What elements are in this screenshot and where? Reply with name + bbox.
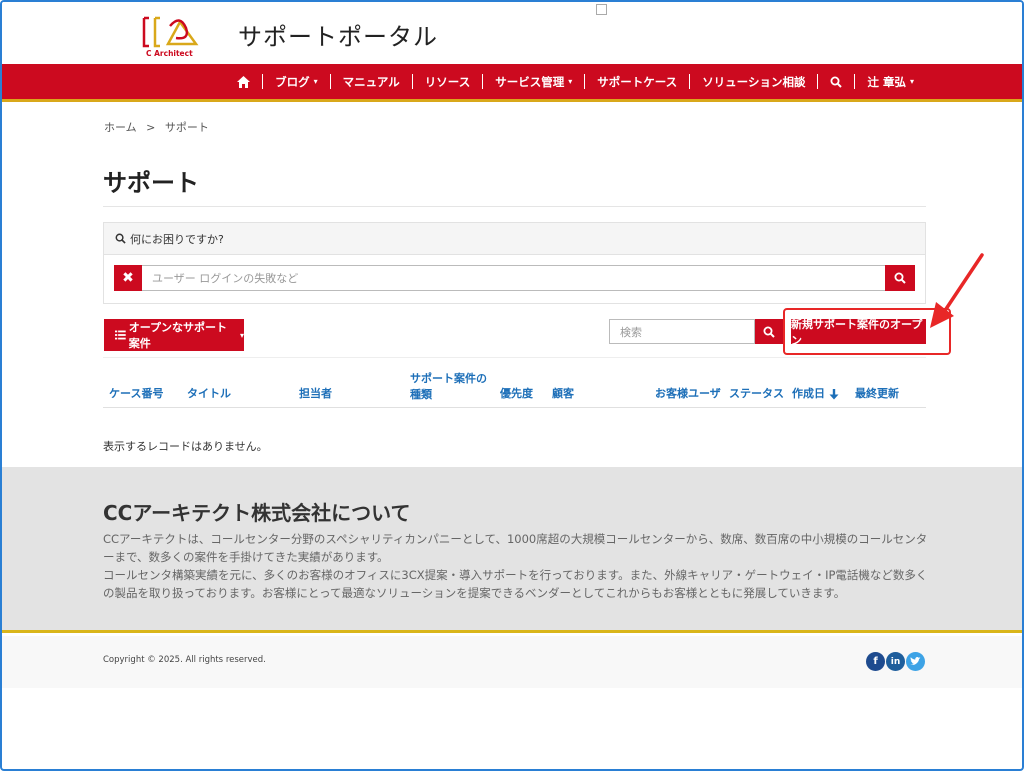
- about-paragraph-1: CCアーキテクトは、コールセンター分野のスペシャリティカンパニーとして、1000…: [103, 532, 928, 564]
- column-header-status[interactable]: ステータス: [729, 386, 784, 402]
- nav-search[interactable]: [818, 76, 854, 88]
- case-search-placeholder: 検索: [620, 325, 642, 339]
- column-header-priority[interactable]: 優先度: [500, 386, 533, 402]
- case-filter-dropdown[interactable]: オープンなサポート案件 ▾: [104, 319, 244, 351]
- nav-resources[interactable]: リソース: [413, 74, 482, 90]
- main-navbar: ブログ ▾ マニュアル リソース サービス管理 ▾ サポートケース ソリューション相…: [2, 64, 1022, 102]
- empty-table-message: 表示するレコードはありません。: [103, 440, 268, 453]
- search-panel-heading: 何にお困りですか?: [104, 223, 925, 255]
- nav-blog[interactable]: ブログ ▾: [263, 74, 330, 90]
- column-header-customer[interactable]: 顧客: [552, 386, 574, 402]
- broken-image-icon: [596, 4, 607, 15]
- page-title: サポート: [103, 169, 199, 197]
- facebook-icon[interactable]: f: [866, 652, 885, 671]
- search-icon: [894, 272, 906, 284]
- breadcrumb-home[interactable]: ホーム: [104, 121, 137, 134]
- nav-label: ソリューション相談: [702, 74, 806, 89]
- toolbar-divider: [103, 357, 926, 358]
- nav-label: サービス管理: [495, 74, 565, 89]
- table-header-divider: [103, 407, 926, 408]
- search-icon: [763, 326, 775, 338]
- filter-label: オープンなサポート案件: [128, 321, 228, 350]
- breadcrumb-separator: >: [146, 121, 156, 134]
- logo-text: C Architect: [146, 49, 193, 58]
- site-header: C Architect サポートポータル: [2, 2, 1022, 64]
- column-header-case-type[interactable]: サポート案件の種類: [410, 371, 494, 403]
- annotation-arrow: [930, 253, 984, 328]
- nav-label: ブログ: [275, 74, 310, 89]
- nav-manual[interactable]: マニュアル: [331, 74, 412, 90]
- search-submit-button[interactable]: [885, 265, 915, 291]
- breadcrumb-current: サポート: [164, 121, 209, 134]
- nav-items: ブログ ▾ マニュアル リソース サービス管理 ▾ サポートケース ソリューション相…: [225, 64, 926, 99]
- case-search-input[interactable]: 検索: [609, 319, 755, 344]
- column-header-customer-user[interactable]: お客様ユーザ: [655, 386, 721, 402]
- search-row: ✖ ユーザー ログインの失敗など: [114, 265, 915, 291]
- nav-label: リソース: [424, 74, 471, 89]
- column-header-title[interactable]: タイトル: [187, 386, 231, 402]
- nav-support-case[interactable]: サポートケース: [585, 74, 689, 90]
- caret-down-icon: ▾: [568, 77, 573, 86]
- twitter-icon[interactable]: [906, 652, 925, 671]
- about-title: CCアーキテクト株式会社について: [103, 501, 411, 525]
- about-paragraph-2: コールセンタ構築実績を元に、多くのお客様のオフィスに3CX提案・導入サポートを行…: [103, 568, 928, 600]
- list-icon: [115, 330, 126, 340]
- about-section: CCアーキテクト株式会社について CCアーキテクトは、コールセンター分野のスペシ…: [2, 467, 1022, 633]
- about-text: CCアーキテクトは、コールセンター分野のスペシャリティカンパニーとして、1000…: [103, 530, 933, 602]
- company-logo[interactable]: C Architect: [140, 16, 202, 58]
- user-name: 辻 章弘: [867, 74, 906, 89]
- linkedin-icon[interactable]: in: [886, 652, 905, 671]
- column-header-created-label: 作成日: [792, 387, 825, 400]
- column-header-assignee[interactable]: 担当者: [299, 386, 332, 402]
- title-divider: [103, 206, 926, 207]
- search-panel-title: 何にお困りですか?: [130, 232, 224, 246]
- breadcrumb: ホーム > サポート: [104, 119, 215, 135]
- nav-service-management[interactable]: サービス管理 ▾: [483, 74, 584, 90]
- column-header-case-number[interactable]: ケース番号: [109, 386, 163, 402]
- caret-down-icon: ▾: [239, 330, 244, 340]
- search-icon: [830, 76, 843, 88]
- nav-home[interactable]: [225, 75, 262, 88]
- column-header-created[interactable]: 作成日: [792, 386, 839, 402]
- clear-search-button[interactable]: ✖: [114, 265, 142, 291]
- copyright-text: Copyright © 2025. All rights reserved.: [103, 655, 266, 665]
- case-search-button[interactable]: [755, 319, 783, 344]
- nav-label: サポートケース: [597, 74, 678, 89]
- search-icon: [115, 233, 126, 244]
- site-footer: Copyright © 2025. All rights reserved. f…: [2, 636, 1022, 688]
- caret-down-icon: ▾: [909, 77, 914, 86]
- home-icon: [237, 75, 251, 88]
- knowledge-search-input[interactable]: ユーザー ログインの失敗など: [142, 265, 885, 291]
- search-panel: 何にお困りですか? ✖ ユーザー ログインの失敗など: [103, 222, 926, 304]
- close-icon: ✖: [122, 270, 134, 286]
- browser-frame: C Architect サポートポータル ブログ ▾ マニュアル リソース サービ…: [0, 0, 1024, 771]
- sort-arrow-down-icon: [829, 388, 839, 399]
- nav-label: マニュアル: [342, 74, 400, 89]
- caret-down-icon: ▾: [313, 77, 318, 86]
- new-support-case-button[interactable]: 新規サポート案件のオープン: [791, 318, 926, 347]
- social-links: f in: [866, 652, 925, 671]
- nav-user-menu[interactable]: 辻 章弘 ▾: [855, 74, 926, 90]
- site-title[interactable]: サポートポータル: [238, 17, 438, 52]
- column-header-updated[interactable]: 最終更新: [855, 386, 899, 402]
- search-placeholder: ユーザー ログインの失敗など: [152, 272, 299, 285]
- nav-solution-consult[interactable]: ソリューション相談: [690, 74, 817, 90]
